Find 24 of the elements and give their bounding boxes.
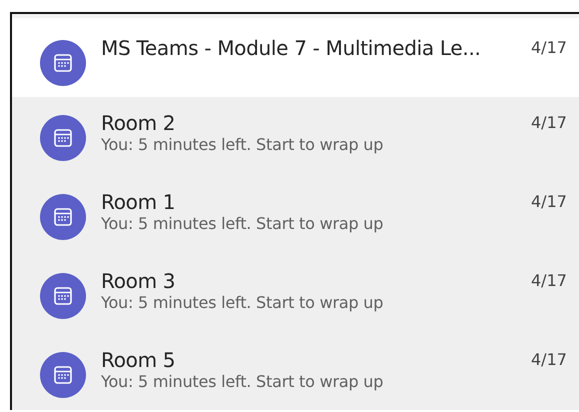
chat-title: Room 5 — [101, 348, 176, 372]
chat-title: Room 3 — [101, 269, 176, 293]
calendar-icon — [40, 352, 86, 398]
chat-title: Room 2 — [101, 111, 176, 135]
calendar-icon — [40, 115, 86, 161]
message-preview: You: 5 minutes left. Start to wrap up — [101, 372, 384, 392]
calendar-icon — [40, 40, 86, 86]
chat-date: 4/17 — [531, 350, 568, 369]
calendar-icon — [40, 273, 86, 319]
chat-title: MS Teams - Module 7 - Multimedia Le... — [101, 36, 482, 60]
chat-date: 4/17 — [531, 271, 568, 290]
chat-list-item[interactable]: MS Teams - Module 7 - Multimedia Le... 4/17 — [12, 18, 579, 97]
message-preview: You: 5 minutes left. Start to wrap up — [101, 214, 384, 234]
chat-date: 4/17 — [531, 38, 568, 57]
chat-list-item[interactable]: Room 1 You: 5 minutes left. Start to wrap up 4/17 — [12, 176, 579, 255]
chat-list-item[interactable]: Room 2 You: 5 minutes left. Start to wrap up 4/17 — [12, 97, 579, 176]
message-preview: You: 5 minutes left. Start to wrap up — [101, 135, 384, 155]
message-preview: You: 5 minutes left. Start to wrap up — [101, 293, 384, 313]
chat-list-item[interactable]: Room 5 You: 5 minutes left. Start to wrap up 4/17 — [12, 334, 579, 410]
calendar-icon — [40, 194, 86, 240]
chat-title: Room 1 — [101, 190, 176, 214]
chat-date: 4/17 — [531, 113, 568, 132]
chat-list-item[interactable]: Room 3 You: 5 minutes left. Start to wrap up 4/17 — [12, 255, 579, 334]
chat-date: 4/17 — [531, 192, 568, 211]
